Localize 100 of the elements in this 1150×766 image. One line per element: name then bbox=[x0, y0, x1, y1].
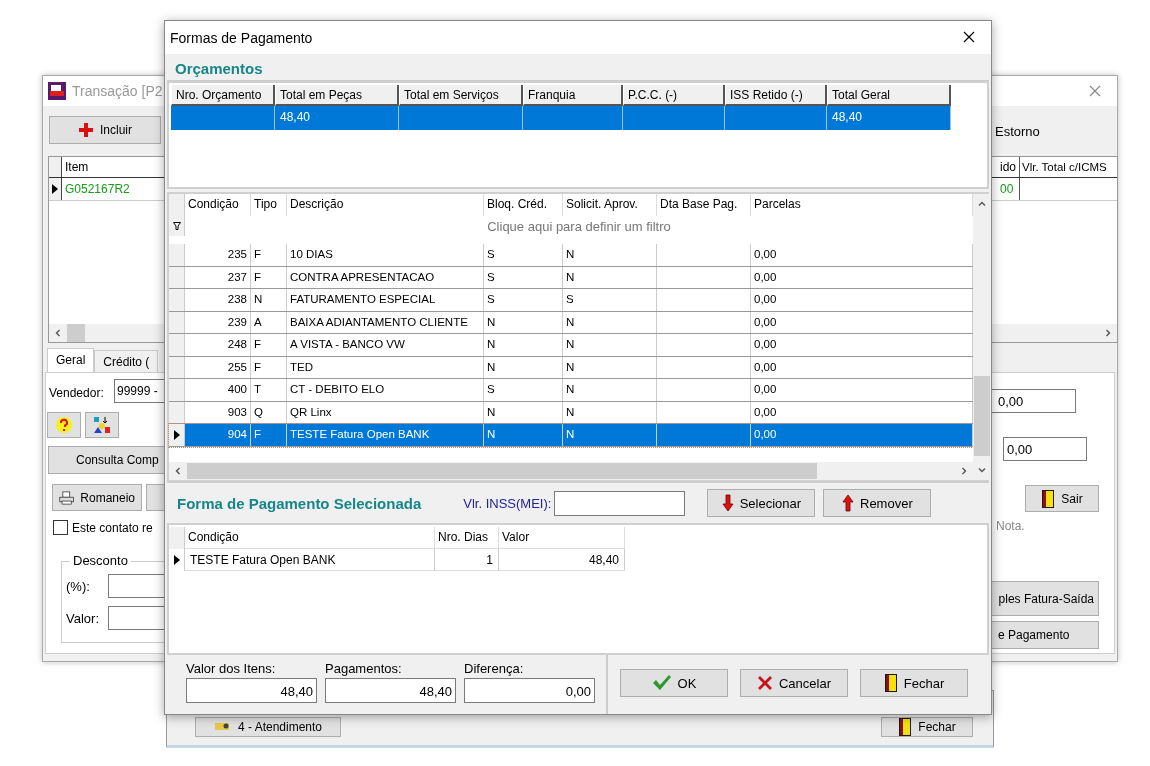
column-header: Total em Peças bbox=[275, 85, 399, 106]
table-cell: 1 bbox=[435, 549, 499, 571]
table-cell: 239 bbox=[185, 311, 251, 333]
table-cell: 400 bbox=[185, 379, 251, 401]
table-cell: N bbox=[484, 356, 563, 378]
footer-button[interactable]: Fechar bbox=[881, 717, 973, 737]
table-cell: F bbox=[251, 424, 287, 446]
table-cell: CT - DEBITO ELO bbox=[287, 379, 484, 401]
total-field[interactable]: 0,00 bbox=[464, 678, 595, 703]
column-header: Tipo bbox=[251, 194, 287, 216]
table-cell: F bbox=[251, 356, 287, 378]
dialog-button[interactable]: OK bbox=[620, 669, 728, 697]
field-label: Valor: bbox=[66, 610, 100, 626]
table-cell: 248 bbox=[185, 334, 251, 356]
table-cell: A bbox=[251, 311, 287, 333]
window-title: Formas de Pagamento bbox=[170, 29, 313, 46]
table-cell: N bbox=[563, 244, 657, 266]
column-header: ido bbox=[998, 157, 1020, 177]
table-cell: S bbox=[484, 289, 563, 311]
table-cell: TED bbox=[287, 356, 484, 378]
table-cell: N bbox=[563, 356, 657, 378]
field-label: Pagamentos: bbox=[325, 661, 403, 676]
value-field[interactable]: 0,00 bbox=[1003, 437, 1087, 461]
tab[interactable]: Geral bbox=[47, 348, 95, 374]
table-cell: N bbox=[484, 424, 563, 446]
column-header: Item bbox=[64, 160, 90, 174]
column-header: ISS Retido (-) bbox=[725, 85, 827, 106]
column-header: Bloq. Créd. bbox=[484, 194, 563, 216]
column-header: Dta Base Pag. bbox=[657, 194, 751, 216]
total-field[interactable]: 48,40 bbox=[186, 678, 317, 703]
column-header: Franquia bbox=[523, 85, 623, 106]
table-cell: N bbox=[563, 311, 657, 333]
column-header: Condição bbox=[185, 194, 251, 216]
column-header: Vlr. Total c/ICMS bbox=[1021, 160, 1108, 175]
column-header: Total em Serviços bbox=[399, 85, 523, 106]
table-cell: S bbox=[484, 379, 563, 401]
table-cell: BAIXA ADIANTAMENTO CLIENTE bbox=[287, 311, 484, 333]
column-header: Condição bbox=[185, 527, 435, 549]
table-row[interactable]: 400 T CT - DEBITO ELO S N 0,00 bbox=[169, 379, 973, 402]
table-cell: N bbox=[563, 379, 657, 401]
field-label: Vlr. INSS(MEI): bbox=[463, 495, 552, 511]
table-cell: N bbox=[484, 334, 563, 356]
table-cell: N bbox=[251, 289, 287, 311]
filter-hint[interactable]: Clique aqui para definir um filtro bbox=[185, 216, 973, 236]
exit-button[interactable]: Sair bbox=[1025, 485, 1099, 512]
note-text: Nota. bbox=[996, 519, 1025, 533]
table-row[interactable]: 255 F TED N N 0,00 bbox=[169, 356, 973, 379]
dialog-button[interactable]: Fechar bbox=[860, 669, 968, 697]
column-header: Descrição bbox=[287, 194, 484, 216]
field-label: (%): bbox=[66, 578, 91, 594]
table-row[interactable]: 238 N FATURAMENTO ESPECIAL S S 0,00 bbox=[169, 289, 973, 312]
section-title: Orçamentos bbox=[175, 59, 263, 77]
print-button[interactable]: Romaneio bbox=[52, 484, 142, 511]
toolbar-button[interactable]: Incluir bbox=[49, 116, 161, 144]
table-cell: F bbox=[251, 244, 287, 266]
table-cell: 904 bbox=[185, 424, 251, 446]
table-row[interactable]: 239 A BAIXA ADIANTAMENTO CLIENTE N N 0,00 bbox=[169, 311, 973, 334]
table-cell: 238 bbox=[185, 289, 251, 311]
table-row[interactable]: 237 F CONTRA APRESENTACAO S N 0,00 bbox=[169, 266, 973, 289]
column-header: P.C.C. (-) bbox=[623, 85, 725, 106]
field-label: Valor dos Itens: bbox=[186, 661, 277, 676]
table-cell: 48,40 bbox=[827, 106, 951, 130]
dialog-button[interactable]: Cancelar bbox=[740, 669, 848, 697]
table-row[interactable]: 248 F A VISTA - BANCO VW N N 0,00 bbox=[169, 334, 973, 357]
table-cell: A VISTA - BANCO VW bbox=[287, 334, 484, 356]
tab[interactable]: Crédito ( bbox=[94, 350, 159, 374]
column-header: Nro. Orçamento bbox=[171, 85, 275, 106]
table-cell: S bbox=[563, 289, 657, 311]
field-label: Diferença: bbox=[464, 661, 525, 676]
table-cell: S bbox=[484, 266, 563, 288]
column-header: Total Geral bbox=[827, 85, 951, 106]
table-cell: CONTRA APRESENTACAO bbox=[287, 266, 484, 288]
table-cell: N bbox=[563, 424, 657, 446]
field-label: Vendedor: bbox=[49, 386, 104, 400]
column-header: Solicit. Aprov. bbox=[563, 194, 657, 216]
table-cell: N bbox=[484, 311, 563, 333]
table-cell: N bbox=[563, 266, 657, 288]
table-cell: 235 bbox=[185, 244, 251, 266]
grid-action-button[interactable]: Selecionar bbox=[707, 489, 816, 517]
total-field[interactable]: 48,40 bbox=[325, 678, 456, 703]
column-header: Valor bbox=[499, 527, 625, 549]
section-title: Forma de Pagamento Selecionada bbox=[177, 494, 422, 512]
column-header: Nro. Dias bbox=[435, 527, 499, 549]
window-title: Transação [P2 bbox=[72, 83, 163, 99]
table-cell: TESTE Fatura Open BANK bbox=[287, 424, 484, 446]
table-cell-text: G052167R2 bbox=[64, 182, 131, 196]
table-cell: 237 bbox=[185, 266, 251, 288]
table-cell: F bbox=[251, 266, 287, 288]
table-cell: 00 bbox=[998, 178, 1020, 200]
table-cell: FATURAMENTO ESPECIAL bbox=[287, 289, 484, 311]
table-cell: 48,40 bbox=[499, 549, 625, 571]
grid-action-button[interactable]: Remover bbox=[823, 489, 932, 517]
footer-button[interactable]: 4 - Atendimento bbox=[195, 717, 341, 737]
table-row[interactable]: 904 F TESTE Fatura Open BANK N N 0,00 bbox=[169, 424, 973, 447]
table-cell: F bbox=[251, 334, 287, 356]
table-cell: 255 bbox=[185, 356, 251, 378]
table-cell: 10 DIAS bbox=[287, 244, 484, 266]
table-row[interactable]: 235 F 10 DIAS S N 0,00 bbox=[169, 244, 973, 267]
table-row[interactable]: 48,40 48,40 bbox=[171, 106, 951, 130]
table-cell: T bbox=[251, 379, 287, 401]
